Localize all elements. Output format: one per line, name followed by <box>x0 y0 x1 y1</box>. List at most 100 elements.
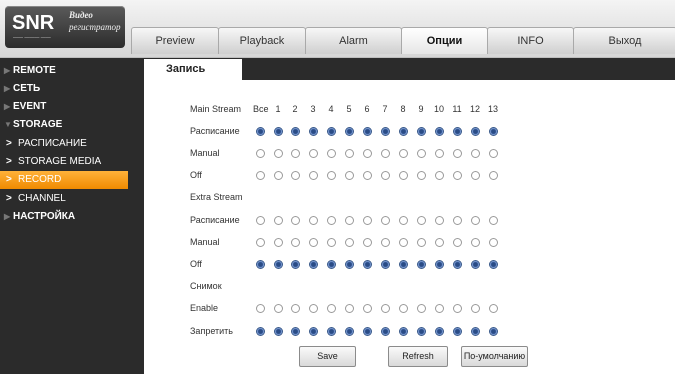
tab-alarm[interactable]: Alarm <box>305 27 402 54</box>
channel-radio-button[interactable] <box>345 127 354 136</box>
channel-radio-button[interactable] <box>435 238 444 247</box>
channel-radio-button[interactable] <box>435 216 444 225</box>
channel-radio-button[interactable] <box>345 327 354 336</box>
channel-radio-button[interactable] <box>363 304 372 313</box>
channel-radio-button[interactable] <box>471 327 480 336</box>
channel-radio-button[interactable] <box>291 260 300 269</box>
channel-radio-button[interactable] <box>435 171 444 180</box>
channel-radio-button[interactable] <box>399 327 408 336</box>
sidebar-item-settings[interactable]: ▶ НАСТРОЙКА <box>0 208 131 226</box>
tab-record[interactable]: Запись <box>144 59 242 80</box>
channel-radio-button[interactable] <box>345 171 354 180</box>
channel-radio-button[interactable] <box>471 216 480 225</box>
sidebar-item-storage-media[interactable]: > STORAGE MEDIA <box>0 153 131 171</box>
channel-radio-button[interactable] <box>274 327 283 336</box>
channel-radio-button[interactable] <box>327 238 336 247</box>
channel-radio-button[interactable] <box>471 171 480 180</box>
channel-radio-button[interactable] <box>291 238 300 247</box>
channel-radio-button[interactable] <box>309 127 318 136</box>
channel-radio-button[interactable] <box>309 238 318 247</box>
channel-radio-button[interactable] <box>274 238 283 247</box>
channel-radio-button[interactable] <box>363 260 372 269</box>
channel-radio-button[interactable] <box>381 238 390 247</box>
save-button[interactable]: Save <box>299 346 356 367</box>
tab-playback[interactable]: Playback <box>218 27 306 54</box>
channel-radio-button[interactable] <box>417 304 426 313</box>
refresh-button[interactable]: Refresh <box>388 346 448 367</box>
sidebar-item-storage[interactable]: ▼ STORAGE <box>0 116 131 134</box>
channel-radio-button[interactable] <box>435 149 444 158</box>
channel-radio-button[interactable] <box>345 149 354 158</box>
channel-radio-button[interactable] <box>471 149 480 158</box>
sidebar-item-remote[interactable]: ▶ REMOTE <box>0 62 131 80</box>
channel-radio-button[interactable] <box>489 238 498 247</box>
channel-radio-button[interactable] <box>435 327 444 336</box>
channel-radio-button[interactable] <box>291 149 300 158</box>
channel-radio-button[interactable] <box>399 238 408 247</box>
channel-radio-button[interactable] <box>417 127 426 136</box>
channel-radio-button[interactable] <box>381 260 390 269</box>
channel-radio-button[interactable] <box>417 171 426 180</box>
channel-radio-button[interactable] <box>363 171 372 180</box>
channel-radio-button[interactable] <box>381 304 390 313</box>
channel-radio-button[interactable] <box>417 238 426 247</box>
sidebar-item-network[interactable]: ▶ СЕТЬ <box>0 80 131 98</box>
channel-radio-button[interactable] <box>291 171 300 180</box>
sidebar-item-event[interactable]: ▶ EVENT <box>0 98 131 116</box>
channel-radio-button[interactable] <box>309 149 318 158</box>
channel-radio-button[interactable] <box>291 304 300 313</box>
channel-radio-button[interactable] <box>471 127 480 136</box>
channel-radio-button[interactable] <box>327 327 336 336</box>
channel-radio-button[interactable] <box>381 127 390 136</box>
channel-radio-button[interactable] <box>363 238 372 247</box>
channel-radio-button[interactable] <box>327 304 336 313</box>
channel-radio-button[interactable] <box>256 171 265 180</box>
channel-radio-button[interactable] <box>327 216 336 225</box>
channel-radio-button[interactable] <box>327 171 336 180</box>
channel-radio-button[interactable] <box>274 260 283 269</box>
tab-options[interactable]: Опции <box>401 27 488 54</box>
channel-radio-button[interactable] <box>309 304 318 313</box>
channel-radio-button[interactable] <box>345 216 354 225</box>
channel-radio-button[interactable] <box>309 327 318 336</box>
channel-radio-button[interactable] <box>417 260 426 269</box>
sidebar-item-channel[interactable]: > CHANNEL <box>0 190 131 208</box>
channel-radio-button[interactable] <box>399 216 408 225</box>
default-button[interactable]: По-умолчанию <box>461 346 528 367</box>
channel-radio-button[interactable] <box>435 260 444 269</box>
channel-radio-button[interactable] <box>417 216 426 225</box>
channel-radio-button[interactable] <box>363 216 372 225</box>
sidebar-item-schedule[interactable]: > РАСПИСАНИЕ <box>0 135 131 153</box>
channel-radio-button[interactable] <box>256 149 265 158</box>
channel-radio-button[interactable] <box>291 127 300 136</box>
channel-radio-button[interactable] <box>327 149 336 158</box>
channel-radio-button[interactable] <box>489 127 498 136</box>
channel-radio-button[interactable] <box>399 149 408 158</box>
channel-radio-button[interactable] <box>453 149 462 158</box>
channel-radio-button[interactable] <box>399 171 408 180</box>
channel-radio-button[interactable] <box>417 149 426 158</box>
channel-radio-button[interactable] <box>489 149 498 158</box>
channel-radio-button[interactable] <box>453 238 462 247</box>
tab-info[interactable]: INFO <box>487 27 574 54</box>
channel-radio-button[interactable] <box>274 171 283 180</box>
channel-radio-button[interactable] <box>453 171 462 180</box>
channel-radio-button[interactable] <box>417 327 426 336</box>
sidebar-item-record[interactable]: > RECORD <box>0 171 128 189</box>
channel-radio-button[interactable] <box>381 216 390 225</box>
channel-radio-button[interactable] <box>309 171 318 180</box>
channel-radio-button[interactable] <box>274 149 283 158</box>
channel-radio-button[interactable] <box>274 216 283 225</box>
channel-radio-button[interactable] <box>363 127 372 136</box>
channel-radio-button[interactable] <box>489 171 498 180</box>
channel-radio-button[interactable] <box>399 304 408 313</box>
channel-radio-button[interactable] <box>489 260 498 269</box>
channel-radio-button[interactable] <box>471 238 480 247</box>
channel-radio-button[interactable] <box>256 260 265 269</box>
channel-radio-button[interactable] <box>256 127 265 136</box>
channel-radio-button[interactable] <box>471 260 480 269</box>
channel-radio-button[interactable] <box>381 149 390 158</box>
channel-radio-button[interactable] <box>291 327 300 336</box>
channel-radio-button[interactable] <box>399 260 408 269</box>
channel-radio-button[interactable] <box>274 127 283 136</box>
